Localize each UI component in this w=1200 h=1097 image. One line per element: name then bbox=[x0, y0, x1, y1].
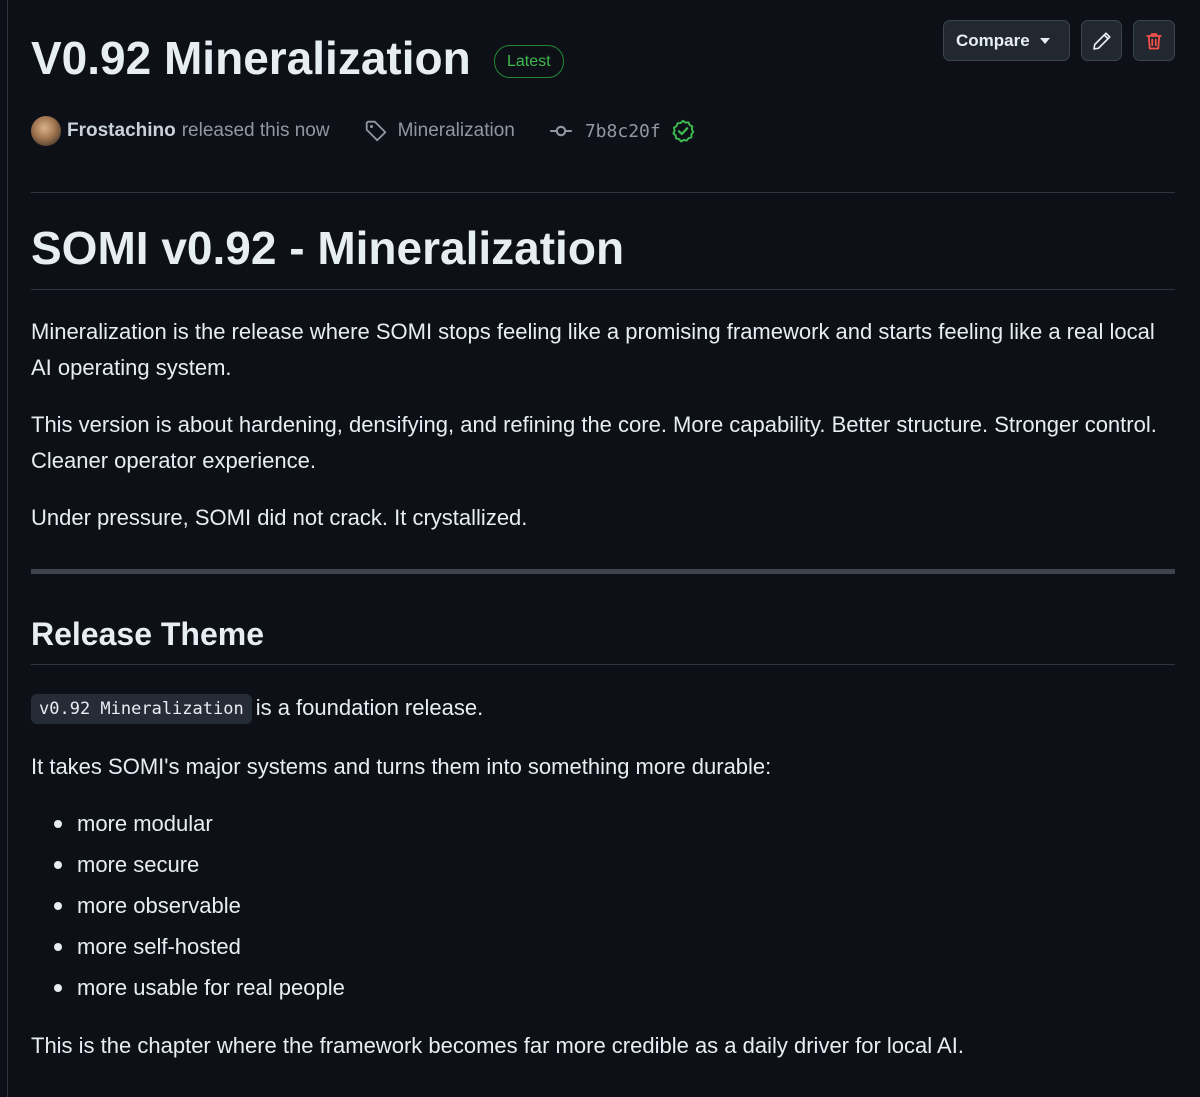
compare-button[interactable]: Compare bbox=[943, 20, 1070, 61]
tag-link[interactable]: Mineralization bbox=[364, 119, 515, 143]
release-meta: Frostachino released this now Mineraliza… bbox=[31, 114, 695, 148]
trash-icon bbox=[1146, 32, 1162, 49]
release-heading: SOMI v0.92 - Mineralization bbox=[31, 222, 625, 274]
foundation-text: is a foundation release. bbox=[255, 695, 484, 720]
tag-name: Mineralization bbox=[397, 120, 515, 141]
section-heading-divider bbox=[31, 664, 1175, 665]
foundation-paragraph: v0.92 Mineralization is a foundation rele… bbox=[31, 690, 1175, 726]
paragraph-pressure: Under pressure, SOMI did not crack. It c… bbox=[31, 505, 528, 530]
paragraph-intro: Mineralization is the release where SOMI… bbox=[31, 319, 1155, 380]
delete-button[interactable] bbox=[1133, 20, 1175, 61]
commit-sha: 7b8c20f bbox=[584, 120, 661, 142]
chevron-down-icon bbox=[1039, 37, 1050, 44]
list-intro: It takes SOMI's major systems and turns … bbox=[31, 754, 772, 779]
header-divider bbox=[31, 192, 1175, 193]
list-item: more observable bbox=[31, 888, 345, 929]
section-heading: Release Theme bbox=[31, 616, 265, 652]
feature-list: more modular more secure more observable… bbox=[31, 806, 345, 1011]
paragraph-version: This version is about hardening, densify… bbox=[31, 412, 1157, 473]
section-divider bbox=[31, 569, 1175, 574]
author-link[interactable]: Frostachino bbox=[67, 120, 176, 142]
pencil-icon bbox=[1092, 31, 1111, 50]
tag-icon bbox=[365, 120, 386, 142]
list-item: more self-hosted bbox=[31, 929, 345, 970]
edit-button[interactable] bbox=[1081, 20, 1122, 61]
released-text: released this now bbox=[181, 120, 330, 141]
release-title[interactable]: V0.92 Mineralization bbox=[31, 30, 471, 86]
inline-code: v0.92 Mineralization bbox=[31, 694, 252, 724]
list-item: more usable for real people bbox=[31, 970, 345, 1011]
commit-link[interactable]: 7b8c20f bbox=[549, 119, 695, 143]
list-item: more secure bbox=[31, 847, 345, 888]
avatar[interactable] bbox=[31, 116, 61, 146]
verified-check-icon bbox=[672, 119, 694, 143]
git-commit-icon bbox=[550, 125, 572, 137]
heading-divider bbox=[31, 289, 1175, 290]
list-item: more modular bbox=[31, 806, 345, 847]
closing-paragraph: This is the chapter where the framework … bbox=[31, 1033, 964, 1058]
compare-button-label: Compare bbox=[956, 30, 1030, 50]
latest-badge: Latest bbox=[494, 45, 564, 78]
